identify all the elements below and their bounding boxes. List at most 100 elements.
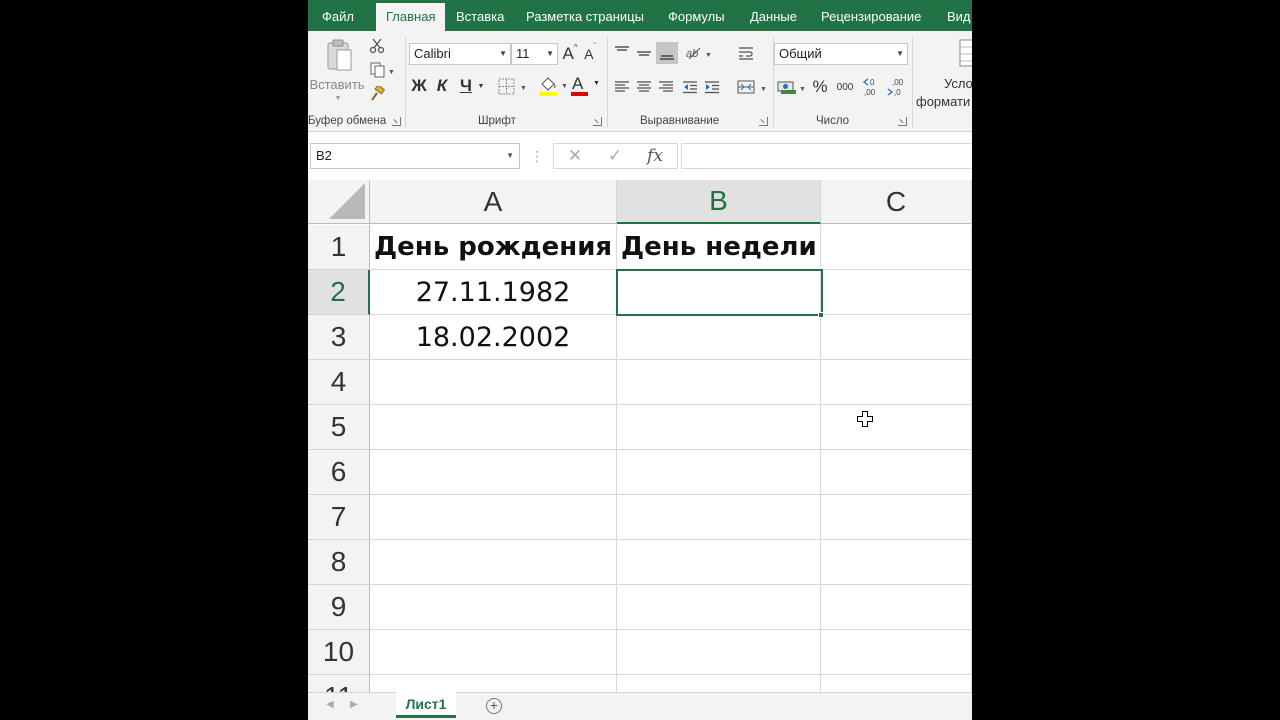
align-center-icon[interactable] (634, 77, 654, 97)
italic-button[interactable]: К (432, 75, 452, 97)
underline-button[interactable]: Ч (456, 75, 476, 97)
row-header-4[interactable]: 4 (308, 360, 370, 405)
cell-a5[interactable] (370, 405, 617, 450)
align-middle-icon[interactable] (634, 43, 654, 63)
alignment-launcher-icon[interactable] (759, 117, 768, 126)
number-format-combo[interactable]: Общий ▼ (774, 43, 908, 65)
cell-c8[interactable] (821, 540, 972, 585)
cell-c5[interactable] (821, 405, 972, 450)
paste-icon[interactable] (324, 37, 356, 75)
add-sheet-icon[interactable]: + (486, 698, 502, 714)
row-header-9[interactable]: 9 (308, 585, 370, 630)
cell-a10[interactable] (370, 630, 617, 675)
cell-c3[interactable] (821, 315, 972, 360)
tab-home[interactable]: Главная (376, 3, 446, 31)
row-header-10[interactable]: 10 (308, 630, 370, 675)
row-header-1[interactable]: 1 (308, 225, 370, 270)
chevron-down-icon[interactable]: ▼ (476, 77, 486, 95)
insert-function-icon[interactable]: fx (644, 146, 666, 166)
font-launcher-icon[interactable] (593, 117, 602, 126)
decrease-decimal-icon[interactable]: ,00,0 (886, 75, 908, 99)
confirm-entry-icon[interactable]: ✓ (604, 146, 626, 166)
sheet-tab-list1[interactable]: Лист1 (396, 692, 456, 718)
bold-button[interactable]: Ж (409, 75, 429, 97)
decrease-indent-icon[interactable] (680, 77, 700, 97)
fill-handle[interactable] (818, 312, 824, 318)
tab-review[interactable]: Рецензирование (821, 0, 921, 31)
tab-insert[interactable]: Вставка (456, 0, 504, 31)
align-right-icon[interactable] (656, 77, 676, 97)
format-painter-icon[interactable] (368, 85, 386, 103)
cell-b1[interactable]: День недели (617, 225, 821, 270)
orientation-icon[interactable]: ab ▼ (684, 43, 714, 63)
number-launcher-icon[interactable] (898, 117, 907, 126)
cell-b6[interactable] (617, 450, 821, 495)
cell-b9[interactable] (617, 585, 821, 630)
column-header-b[interactable]: B (617, 180, 821, 224)
thousands-separator-button[interactable]: 000 (832, 77, 858, 97)
cell-a1[interactable]: День рождения (370, 225, 617, 270)
cell-b3[interactable] (617, 315, 821, 360)
cell-c2[interactable] (821, 270, 972, 315)
conditional-formatting-label-1[interactable]: Усло (944, 75, 972, 91)
cell-b8[interactable] (617, 540, 821, 585)
cell-c11[interactable] (821, 675, 972, 692)
cell-b2[interactable] (617, 270, 821, 315)
row-header-6[interactable]: 6 (308, 450, 370, 495)
cell-a8[interactable] (370, 540, 617, 585)
cell-a11[interactable] (370, 675, 617, 692)
name-box[interactable]: B2 ▼ (310, 143, 520, 169)
tab-page-layout[interactable]: Разметка страницы (526, 0, 644, 31)
cell-b5[interactable] (617, 405, 821, 450)
clipboard-launcher-icon[interactable] (392, 117, 401, 126)
cell-c1[interactable] (821, 225, 972, 270)
font-color-icon[interactable]: A ▼ (570, 74, 602, 97)
cell-b11[interactable] (617, 675, 821, 692)
align-bottom-icon[interactable] (656, 42, 678, 64)
cut-icon[interactable] (368, 37, 386, 55)
fill-color-icon[interactable]: ▼ (536, 75, 570, 97)
cell-a3[interactable]: 18.02.2002 (370, 315, 617, 360)
row-header-11[interactable]: 11 (308, 675, 370, 692)
cell-b10[interactable] (617, 630, 821, 675)
percent-button[interactable]: % (810, 76, 830, 98)
increase-indent-icon[interactable] (702, 77, 722, 97)
cancel-entry-icon[interactable]: ✕ (564, 146, 586, 166)
prev-sheet-icon[interactable]: ◀ (326, 699, 334, 710)
next-sheet-icon[interactable]: ▶ (350, 699, 358, 710)
tab-file[interactable]: Файл (322, 0, 354, 31)
increase-decimal-icon[interactable]: 0,00 (862, 75, 884, 99)
align-top-icon[interactable] (612, 43, 632, 63)
accounting-format-icon[interactable]: ▼ (776, 77, 808, 97)
conditional-formatting-icon[interactable] (958, 37, 972, 69)
row-header-7[interactable]: 7 (308, 495, 370, 540)
select-all-corner[interactable] (308, 180, 370, 224)
row-header-3[interactable]: 3 (308, 315, 370, 360)
row-header-8[interactable]: 8 (308, 540, 370, 585)
cell-b4[interactable] (617, 360, 821, 405)
cell-c10[interactable] (821, 630, 972, 675)
formula-bar-grip-icon[interactable]: ⋮ (530, 146, 544, 166)
cell-c7[interactable] (821, 495, 972, 540)
cell-c6[interactable] (821, 450, 972, 495)
formula-input[interactable] (681, 143, 972, 169)
tab-view[interactable]: Вид (947, 0, 971, 31)
tab-formulas[interactable]: Формулы (668, 0, 725, 31)
cell-c9[interactable] (821, 585, 972, 630)
paste-dropdown-icon[interactable]: ▼ (332, 93, 344, 103)
tab-data[interactable]: Данные (750, 0, 797, 31)
conditional-formatting-label-2[interactable]: формати (916, 93, 972, 109)
cell-c4[interactable] (821, 360, 972, 405)
row-header-2[interactable]: 2 (308, 270, 370, 315)
cell-a7[interactable] (370, 495, 617, 540)
cell-a9[interactable] (370, 585, 617, 630)
wrap-text-icon[interactable] (736, 43, 756, 63)
column-header-c[interactable]: C (821, 180, 972, 224)
cell-a4[interactable] (370, 360, 617, 405)
borders-icon[interactable]: ▼ (496, 77, 530, 97)
font-size-combo[interactable]: 11 ▼ (511, 43, 558, 65)
cell-a2[interactable]: 27.11.1982 (370, 270, 617, 315)
row-header-5[interactable]: 5 (308, 405, 370, 450)
cell-a6[interactable] (370, 450, 617, 495)
paste-button[interactable]: Вставить (308, 75, 366, 93)
